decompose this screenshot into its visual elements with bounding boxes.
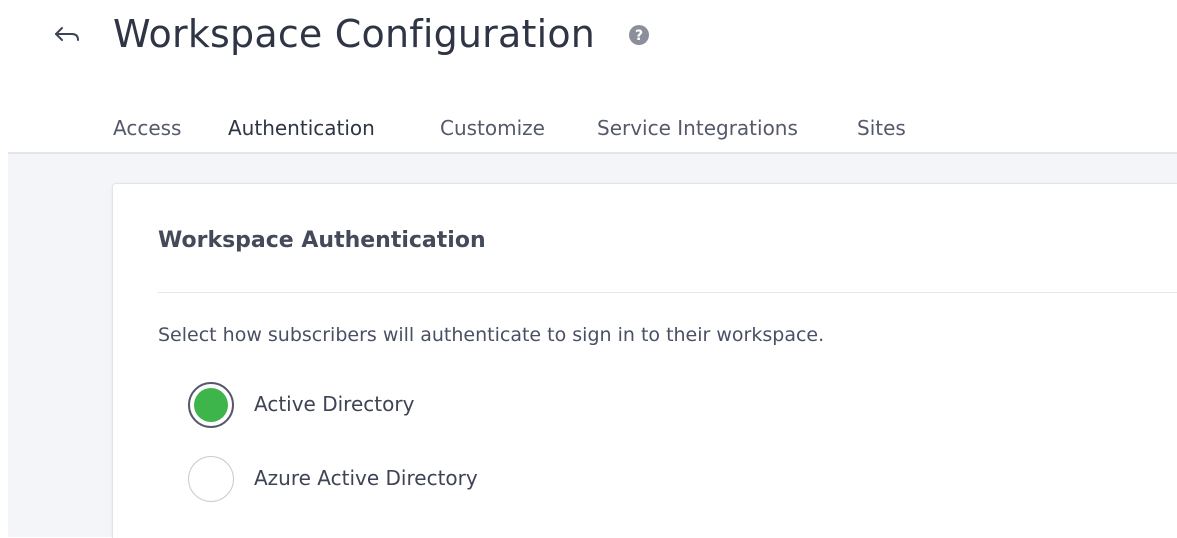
tab-authentication[interactable]: Authentication <box>228 108 375 157</box>
radio-label: Active Directory <box>254 392 415 416</box>
authentication-card: Workspace Authentication Select how subs… <box>112 183 1177 538</box>
radio-button-unchecked[interactable] <box>188 456 234 502</box>
svg-text:?: ? <box>635 28 643 44</box>
tab-access[interactable]: Access <box>113 108 181 154</box>
back-button[interactable] <box>52 20 82 50</box>
help-icon: ? <box>629 25 649 45</box>
help-button[interactable]: ? <box>628 24 650 46</box>
tab-sites[interactable]: Sites <box>857 108 906 154</box>
radio-option-active-directory[interactable]: Active Directory <box>188 382 608 432</box>
tab-bar: Access Authentication Customize Service … <box>0 108 1177 157</box>
radio-selected-dot <box>194 388 228 422</box>
page-title: Workspace Configuration <box>113 12 596 56</box>
radio-label: Azure Active Directory <box>254 466 478 490</box>
card-divider <box>158 292 1177 293</box>
page-header: Workspace Configuration ? Access Authent… <box>0 0 1177 157</box>
card-title: Workspace Authentication <box>158 228 486 253</box>
card-description: Select how subscribers will authenticate… <box>158 324 825 346</box>
radio-button-checked[interactable] <box>188 382 234 428</box>
radio-option-azure-active-directory[interactable]: Azure Active Directory <box>188 456 608 506</box>
tab-customize[interactable]: Customize <box>440 108 545 154</box>
tab-service-integrations[interactable]: Service Integrations <box>597 108 798 154</box>
back-arrow-icon <box>55 27 79 41</box>
